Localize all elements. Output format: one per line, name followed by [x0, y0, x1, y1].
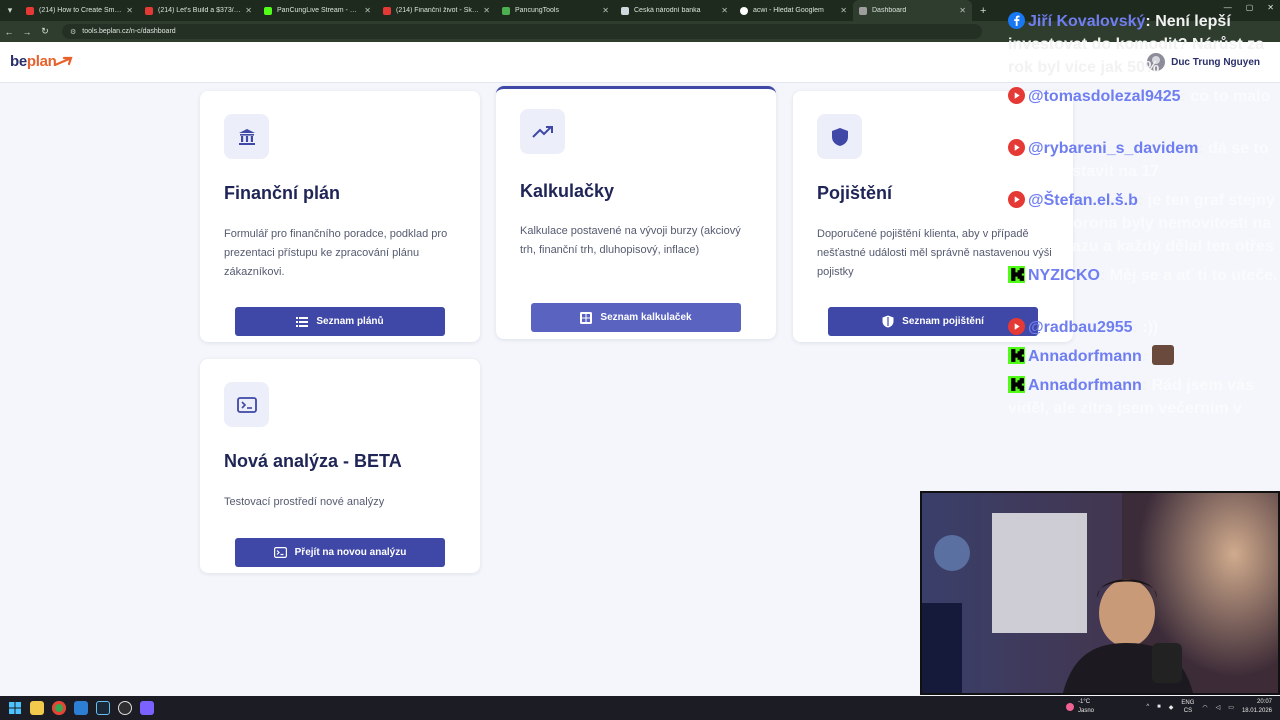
kick-icon — [1008, 266, 1025, 283]
youtube-icon — [1008, 318, 1025, 335]
card-calculators: Kalkulačky Kalkulace postavené na vývoji… — [496, 86, 776, 339]
volume-icon[interactable]: ◁ — [1216, 704, 1221, 711]
trending-up-icon — [520, 109, 565, 154]
bank-icon — [224, 114, 269, 159]
chat-message: Jiří Kovalovský: Není lepší investovat d… — [1008, 12, 1265, 76]
list-icon — [296, 316, 309, 327]
terminal-icon — [273, 547, 287, 558]
close-tab-icon[interactable]: ✕ — [602, 6, 609, 15]
weather-icon — [1066, 703, 1074, 711]
photos-icon[interactable] — [74, 701, 88, 715]
stream-chat-overlay: Jiří Kovalovský: Není lepší investovat d… — [1008, 10, 1280, 426]
chat-message: @radbau2955: :)) — [1008, 316, 1280, 339]
tray-chevron-icon[interactable]: ^ — [1146, 704, 1149, 710]
kick-favicon-icon — [264, 6, 272, 15]
close-tab-icon[interactable]: ✕ — [721, 6, 728, 15]
browser-tab[interactable]: PanCungLive Stream - Watch Li✕ — [258, 0, 377, 21]
taskbar: -1°C Jasno ^ ■ ◆ ENG CS ◠ ◁ ▭ 20:07 18.01.2… — [0, 696, 1280, 720]
youtube-favicon-icon — [383, 6, 391, 15]
logo-arrow-icon — [54, 56, 73, 66]
steam-icon[interactable] — [96, 701, 110, 715]
emote-image — [1151, 345, 1174, 365]
system-tray: ^ ■ ◆ ENG CS ◠ ◁ ▭ 20:07 18.01.2026 — [1146, 698, 1272, 716]
calculators-list-button[interactable]: Seznam kalkulaček — [531, 303, 741, 332]
card-description: Kalkulace postavené na vývoji burzy (akc… — [520, 225, 741, 256]
chat-message: @rybareni_s_davidem: dá se to nějak nast… — [1008, 139, 1269, 180]
close-tab-icon[interactable]: ✕ — [126, 6, 133, 15]
new-tab-icon[interactable]: + — [972, 5, 994, 17]
webcam-image — [922, 493, 1278, 693]
card-title: Kalkulačky — [520, 181, 615, 201]
close-tab-icon[interactable]: ✕ — [245, 6, 252, 15]
card-description: Testovací prostředí nové analýzy — [224, 496, 385, 508]
language-indicator[interactable]: ENG CS — [1181, 699, 1194, 715]
card-title: Pojištění — [817, 183, 893, 203]
terminal-icon — [224, 382, 269, 427]
youtube-icon — [1008, 191, 1025, 208]
clock[interactable]: 20:07 18.01.2026 — [1242, 698, 1272, 716]
chat-message: Annadorfmann: Rád jsem vás viděl, ale zí… — [1008, 376, 1254, 417]
insurance-list-button[interactable]: Seznam pojištění — [828, 307, 1038, 336]
browser-tab[interactable]: (214) Finanční život - Skládání✕ — [377, 0, 496, 21]
shield-icon — [817, 114, 862, 159]
chat-message: @Štefan.el.š.b: je ten graf stejný v dob… — [1008, 191, 1275, 255]
card-financial-plan: Finanční plán Formulář pro finančního po… — [200, 91, 480, 342]
chat-message: @tomasdolezal9425: co to malo dpc — [1008, 87, 1271, 128]
tray-app-icon[interactable]: ◆ — [1169, 704, 1174, 711]
file-explorer-icon[interactable] — [30, 701, 44, 715]
browser-tab-active[interactable]: Dashboard ✕ — [853, 0, 972, 21]
url-field[interactable]: ⚙ tools.beplan.cz/n-c/dashboard — [62, 24, 982, 39]
browser-tab[interactable]: acwi - Hledat Googlem ✕ — [734, 0, 853, 21]
reload-icon[interactable]: ↻ — [36, 26, 54, 37]
chat-message: NYZICKO: Měj se a ať ti to uteče. Ahoj — [1008, 266, 1278, 307]
card-description: Formulář pro finančního poradce, podklad… — [224, 228, 448, 278]
cnb-favicon-icon — [621, 6, 629, 15]
youtube-icon — [1008, 87, 1025, 104]
app-icon[interactable] — [140, 701, 154, 715]
facebook-icon — [1008, 12, 1025, 29]
wifi-icon[interactable]: ◠ — [1202, 704, 1207, 711]
browser-tab[interactable]: PancungTools ✕ — [496, 0, 615, 21]
browser-tab[interactable]: (214) How to Create Smooth Sh✕ — [20, 0, 139, 21]
card-title: Nová analýza - BETA — [224, 451, 402, 471]
plans-list-button[interactable]: Seznam plánů — [235, 307, 445, 336]
shield-check-icon — [882, 315, 894, 328]
youtube-favicon-icon — [26, 6, 34, 15]
browser-tab[interactable]: Česká národní banka ✕ — [615, 0, 734, 21]
new-analysis-button[interactable]: Přejít na novou analýzu — [235, 538, 445, 567]
chrome-icon[interactable] — [52, 701, 66, 715]
youtube-icon — [1008, 139, 1025, 156]
card-new-analysis: Nová analýza - BETA Testovací prostředí … — [200, 359, 480, 573]
forward-icon[interactable]: → — [18, 27, 36, 37]
youtube-favicon-icon — [145, 6, 153, 15]
tray-app-icon[interactable]: ■ — [1157, 704, 1161, 710]
site-info-icon[interactable]: ⚙ — [70, 28, 76, 36]
obs-icon[interactable] — [118, 701, 132, 715]
close-tab-icon[interactable]: ✕ — [483, 6, 490, 15]
battery-icon[interactable]: ▭ — [1228, 704, 1234, 711]
dashboard-favicon-icon — [859, 6, 867, 15]
tab-search-icon[interactable]: ▾ — [0, 0, 20, 21]
webcam-overlay — [920, 491, 1280, 695]
browser-tab[interactable]: (214) Let's Build a $373/Day Bu✕ — [139, 0, 258, 21]
weather-widget[interactable]: -1°C Jasno — [1066, 698, 1094, 716]
card-title: Finanční plán — [224, 183, 341, 203]
beplan-logo[interactable]: beplan — [10, 53, 57, 70]
chat-message: Annadorfmann: — [1008, 345, 1280, 368]
close-tab-icon[interactable]: ✕ — [364, 6, 371, 15]
pancung-favicon-icon — [502, 6, 510, 15]
close-tab-icon[interactable]: ✕ — [840, 6, 847, 15]
grid-icon — [580, 311, 593, 324]
back-icon[interactable]: ← — [0, 27, 18, 37]
close-tab-icon[interactable]: ✕ — [959, 6, 966, 15]
windows-start-icon[interactable] — [8, 701, 22, 715]
google-favicon-icon — [740, 6, 748, 15]
kick-icon — [1008, 347, 1025, 364]
kick-icon — [1008, 376, 1025, 393]
